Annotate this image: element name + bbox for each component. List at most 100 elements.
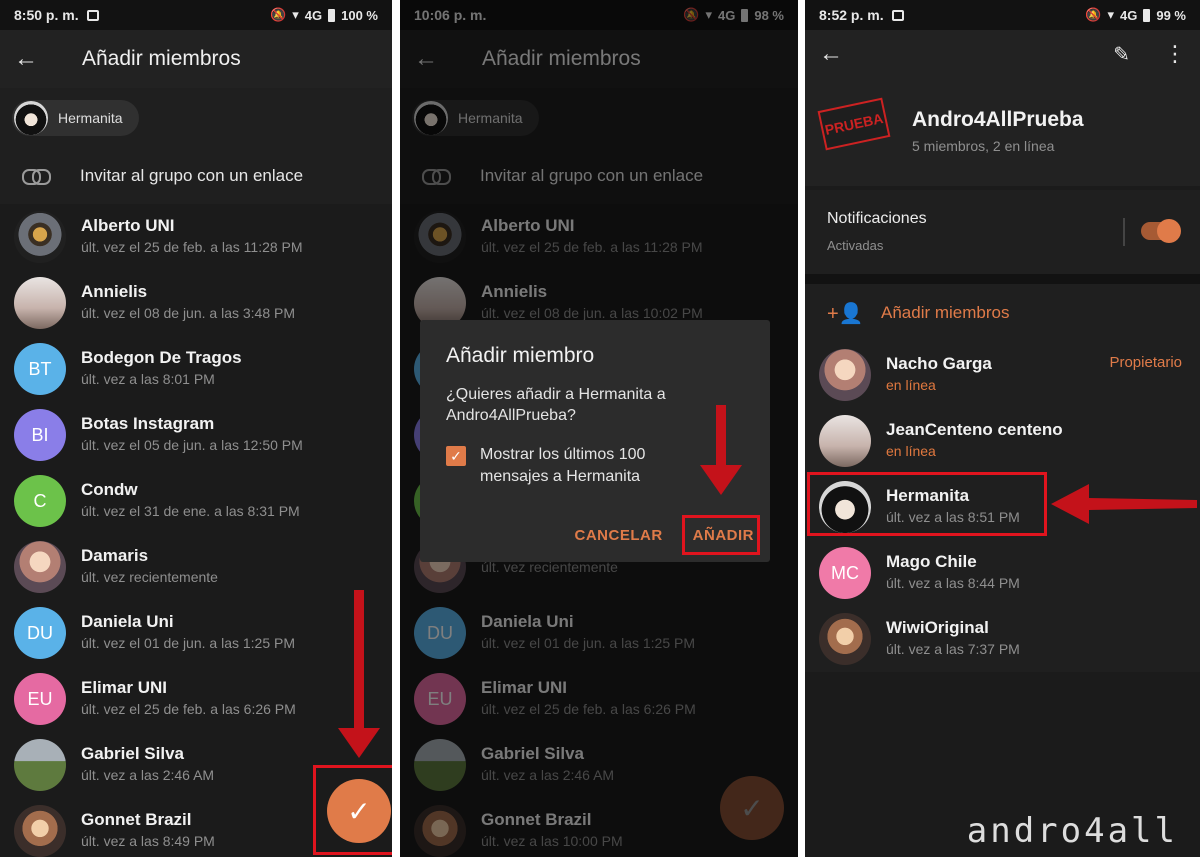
- check-icon: ✓: [347, 795, 371, 827]
- add-members-label: Añadir miembros: [881, 303, 1010, 322]
- list-item[interactable]: Annielis últ. vez el 08 de jun. a las 3:4…: [0, 270, 392, 336]
- member-name: WiwiOriginal: [886, 618, 989, 637]
- avatar: [14, 805, 66, 857]
- wifi-icon: ▾: [1107, 7, 1115, 22]
- member-name: Nacho Garga: [886, 354, 992, 373]
- app-bar: ← Añadir miembros: [0, 30, 392, 88]
- avatar: MC: [819, 547, 871, 599]
- network-type: 4G: [304, 7, 323, 23]
- list-item[interactable]: EU Elimar UNI últ. vez el 25 de feb. a las…: [0, 666, 392, 732]
- edit-pencil-icon[interactable]: ✎: [1113, 42, 1130, 67]
- list-item[interactable]: WiwiOriginal últ. vez a las 7:37 PM: [805, 606, 1200, 672]
- annotation-highlight-box: [682, 515, 760, 555]
- list-item[interactable]: JeanCenteno centeno en línea: [805, 408, 1200, 474]
- screen-add-members: 8:50 p. m. 🔕 ▾ 4G 100 % ← Añadir miembro…: [0, 0, 392, 857]
- contact-name: Gonnet Brazil: [81, 810, 192, 829]
- member-status: últ. vez a las 8:44 PM: [886, 575, 1020, 591]
- annotation-arrow-left: [1051, 484, 1197, 524]
- image-notification-icon: [86, 9, 99, 21]
- contact-name: Daniela Uni: [81, 612, 174, 631]
- avatar: [819, 613, 871, 665]
- notifications-setting[interactable]: Notificaciones Activadas: [805, 190, 1200, 274]
- list-item[interactable]: C Condw últ. vez el 31 de ene. a las 8:31 …: [0, 468, 392, 534]
- contact-name: Gabriel Silva: [81, 744, 184, 763]
- contact-status: últ. vez a las 2:46 AM: [81, 767, 215, 783]
- selected-chips: Hermanita: [0, 88, 392, 148]
- contact-name: Bodegon De Tragos: [81, 348, 242, 367]
- group-name: Andro4AllPrueba: [912, 108, 1084, 131]
- invite-link-label: Invitar al grupo con un enlace: [80, 166, 304, 185]
- contact-status: últ. vez a las 8:01 PM: [81, 371, 215, 387]
- checkbox-label: Mostrar los últimos 100 mensajes a Herma…: [480, 446, 646, 485]
- list-item[interactable]: BT Bodegon De Tragos últ. vez a las 8:01 P…: [0, 336, 392, 402]
- back-arrow-icon[interactable]: ←: [819, 40, 843, 68]
- list-item[interactable]: BI Botas Instagram últ. vez el 05 de jun. …: [0, 402, 392, 468]
- add-person-icon: +👤: [827, 302, 864, 325]
- list-item[interactable]: MC Mago Chile últ. vez a las 8:44 PM: [805, 540, 1200, 606]
- notifications-state: Activadas: [827, 238, 884, 253]
- confirm-button[interactable]: ✓: [327, 779, 391, 843]
- owner-badge: Propietario: [1109, 354, 1182, 371]
- list-item[interactable]: Alberto UNI últ. vez el 25 de feb. a las …: [0, 204, 392, 270]
- cancel-button[interactable]: CANCELAR: [574, 527, 662, 544]
- image-notification-icon: [891, 9, 904, 21]
- group-subtitle: 5 miembros, 2 en línea: [912, 138, 1055, 154]
- avatar: [14, 277, 66, 329]
- list-item[interactable]: DU Daniela Uni últ. vez el 01 de jun. a la…: [0, 600, 392, 666]
- selected-contact-chip[interactable]: Hermanita: [12, 100, 139, 136]
- status-time: 8:50 p. m.: [14, 7, 79, 23]
- dialog-question: ¿Quieres añadir a Hermanita a Andro4AllP…: [446, 386, 666, 424]
- member-name: JeanCenteno centeno: [886, 420, 1063, 439]
- contact-name: Alberto UNI: [81, 216, 175, 235]
- status-bar: 8:50 p. m. 🔕 ▾ 4G 100 %: [0, 0, 392, 30]
- contact-status: últ. vez recientemente: [81, 569, 218, 585]
- group-avatar[interactable]: PRUEBA: [817, 97, 891, 156]
- checkbox-checked-icon[interactable]: ✓: [446, 446, 466, 466]
- list-item[interactable]: Nacho Garga en línea Propietario: [805, 342, 1200, 408]
- contact-status: últ. vez el 08 de jun. a las 3:48 PM: [81, 305, 296, 321]
- contact-status: últ. vez el 31 de ene. a las 8:31 PM: [81, 503, 300, 519]
- contact-name: Condw: [81, 480, 138, 499]
- page-title: Añadir miembros: [82, 47, 241, 70]
- avatar: [14, 211, 66, 263]
- add-members-button[interactable]: +👤 Añadir miembros: [805, 284, 1200, 342]
- contact-status: últ. vez el 01 de jun. a las 1:25 PM: [81, 635, 296, 651]
- annotation-arrow: [700, 405, 742, 495]
- annotation-highlight-box: [807, 472, 1047, 536]
- annotation-arrow: [338, 590, 380, 758]
- notifications-title: Notificaciones: [827, 210, 927, 227]
- status-bar: 8:52 p. m. 🔕 ▾ 4G 99 %: [805, 0, 1200, 30]
- battery-icon: [1143, 8, 1151, 22]
- more-options-icon[interactable]: ⋮: [1164, 41, 1186, 67]
- avatar: BI: [14, 409, 66, 461]
- contact-list: Alberto UNI últ. vez el 25 de feb. a las …: [0, 204, 392, 857]
- avatar: [819, 349, 871, 401]
- avatar: BT: [14, 343, 66, 395]
- avatar: [819, 415, 871, 467]
- contact-name: Botas Instagram: [81, 414, 215, 433]
- contact-name: Damaris: [81, 546, 149, 565]
- contact-status: últ. vez el 25 de feb. a las 6:26 PM: [81, 701, 296, 717]
- notifications-toggle[interactable]: [1141, 219, 1181, 243]
- screen-add-member-dialog: 10:06 p. m. 🔕 ▾ 4G 98 % ← Añadir miembro…: [400, 0, 798, 857]
- contact-name: Annielis: [81, 282, 148, 301]
- mute-icon: 🔕: [1085, 7, 1102, 22]
- screen-group-info: 8:52 p. m. 🔕 ▾ 4G 99 % ← ✎ ⋮ PRUEBA Andr…: [805, 0, 1200, 857]
- group-header: ← ✎ ⋮ PRUEBA Andro4AllPrueba 5 miembros,…: [805, 30, 1200, 186]
- contact-status: últ. vez el 05 de jun. a las 12:50 PM: [81, 437, 303, 453]
- contact-status: últ. vez a las 8:49 PM: [81, 833, 215, 849]
- list-item[interactable]: Damaris últ. vez recientemente: [0, 534, 392, 600]
- invite-link-item[interactable]: Invitar al grupo con un enlace: [0, 148, 392, 204]
- avatar: [14, 101, 48, 135]
- link-icon: [22, 169, 51, 185]
- status-time: 8:52 p. m.: [819, 7, 884, 23]
- chip-label: Hermanita: [58, 110, 123, 126]
- wifi-icon: ▾: [292, 7, 299, 22]
- back-arrow-icon[interactable]: ←: [14, 45, 48, 73]
- dialog-title: Añadir miembro: [446, 344, 595, 367]
- battery-level: 99 %: [1156, 7, 1186, 23]
- member-status: en línea: [886, 443, 936, 459]
- mute-icon: 🔕: [270, 7, 287, 22]
- avatar: EU: [14, 673, 66, 725]
- battery-level: 100 %: [341, 7, 378, 23]
